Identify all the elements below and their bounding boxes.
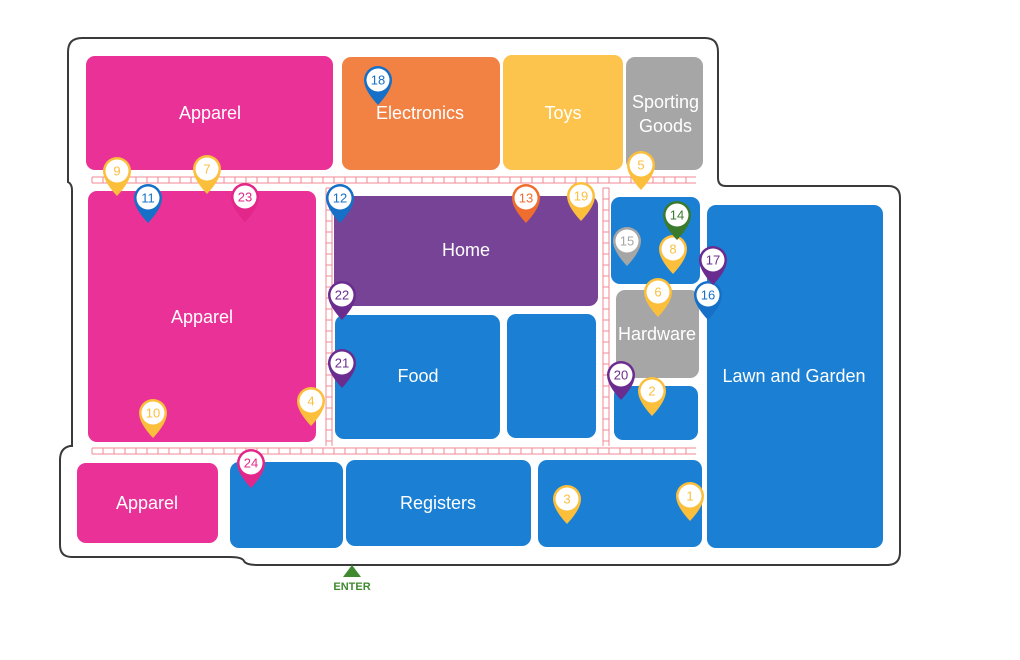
pin-number: 17 (706, 253, 720, 268)
department-food[interactable]: Food (335, 315, 500, 439)
pin-number: 10 (146, 406, 160, 421)
department-label: Hardware (618, 324, 696, 344)
department-label: Apparel (171, 307, 233, 327)
pin-number: 16 (701, 288, 715, 303)
pin-number: 12 (333, 191, 347, 206)
department-apparel-bottom[interactable]: Apparel (77, 463, 218, 543)
pin-number: 7 (203, 162, 210, 177)
pin-number: 5 (637, 158, 644, 173)
department-apparel-top[interactable]: Apparel (86, 56, 333, 170)
pin-number: 19 (574, 189, 588, 204)
entrance-label: ENTER (333, 581, 370, 593)
department-label: Toys (544, 103, 581, 123)
department-label: Goods (639, 116, 692, 136)
pin-number: 15 (620, 234, 634, 249)
entrance-arrow-icon (343, 565, 361, 577)
pin-number: 24 (244, 456, 258, 471)
pin-number: 2 (648, 384, 655, 399)
pin-number: 6 (654, 285, 661, 300)
department-registers[interactable]: Registers (346, 460, 531, 546)
pin-number: 4 (307, 394, 314, 409)
store-map: Apparel Electronics Toys Sporting Goods Appar… (59, 37, 901, 593)
department-label: Home (442, 240, 490, 260)
department-label: Apparel (116, 493, 178, 513)
department-home[interactable]: Home (334, 196, 598, 306)
department-toys[interactable]: Toys (503, 55, 623, 170)
pin-number: 3 (563, 492, 570, 507)
department-label: Electronics (376, 103, 464, 123)
department-label: Registers (400, 493, 476, 513)
department-food-annex[interactable] (507, 314, 596, 438)
pin-number: 18 (371, 73, 385, 88)
department-label: Sporting (632, 92, 699, 112)
pin-number: 20 (614, 368, 628, 383)
pin-number: 11 (141, 191, 155, 206)
department-area[interactable] (507, 314, 596, 438)
department-lawn-garden[interactable]: Lawn and Garden (707, 205, 883, 548)
department-label: Apparel (179, 103, 241, 123)
department-apparel-main[interactable]: Apparel (88, 191, 316, 442)
entrance[interactable]: ENTER (333, 565, 371, 593)
pin-number: 9 (113, 164, 120, 179)
pin-number: 23 (238, 190, 252, 205)
pin-number: 14 (670, 208, 684, 223)
pin-number: 22 (335, 288, 349, 303)
department-label: Food (397, 366, 438, 386)
pin-number: 13 (519, 191, 533, 206)
pin-number: 8 (669, 242, 676, 257)
department-label: Lawn and Garden (722, 366, 865, 386)
pin-number: 21 (335, 356, 349, 371)
departments: Apparel Electronics Toys Sporting Goods Appar… (77, 55, 883, 548)
pin-number: 1 (686, 489, 693, 504)
